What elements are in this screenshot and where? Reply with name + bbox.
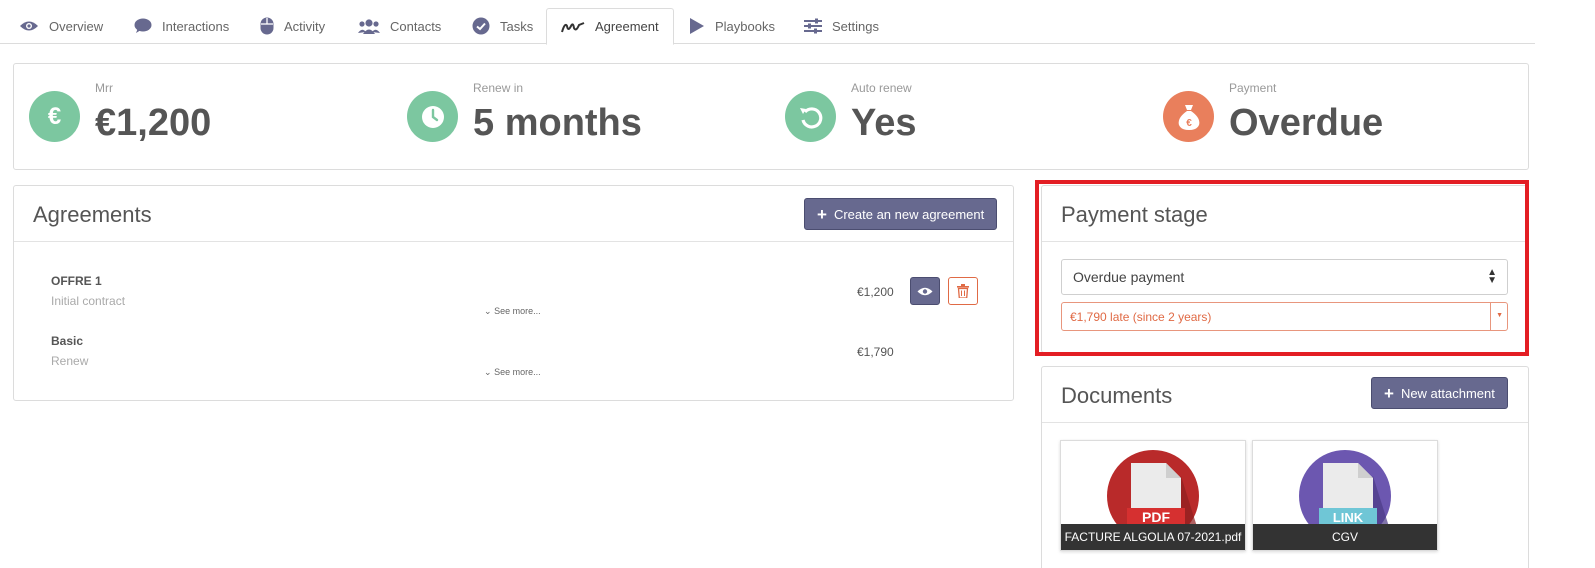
eye-icon <box>20 21 38 31</box>
panel-title: Documents <box>1061 383 1173 408</box>
sliders-icon <box>804 18 822 34</box>
create-agreement-button[interactable]: + Create an new agreement <box>804 198 998 230</box>
tab-label: Tasks <box>500 18 534 34</box>
kpi-value: Yes <box>851 102 917 144</box>
agreement-type: Initial contract <box>51 294 126 308</box>
kpi-value: Overdue <box>1229 102 1384 144</box>
document-name: FACTURE ALGOLIA 07-2021.pdf <box>1061 524 1245 550</box>
tab-overview[interactable]: Overview <box>19 8 103 44</box>
divider <box>14 241 1013 242</box>
kpi-summary: € Mrr €1,200 Renew in 5 months Auto rene… <box>13 63 1529 170</box>
kpi-value: 5 months <box>473 102 642 144</box>
chevron-down-icon: ⌄ <box>484 306 492 316</box>
trash-icon <box>957 284 969 298</box>
clock-icon <box>407 91 458 142</box>
document-name: CGV <box>1253 524 1437 550</box>
plus-icon: + <box>1384 383 1394 403</box>
users-icon <box>358 19 380 34</box>
select-value: Overdue payment <box>1073 269 1185 285</box>
tab-bar: Overview Interactions Activity Contacts … <box>0 0 1535 45</box>
tab-contacts[interactable]: Contacts <box>358 8 441 44</box>
agreement-type: Renew <box>51 354 89 368</box>
tab-label: Agreement <box>595 19 659 34</box>
caret-down-icon: ▼ <box>1496 312 1503 319</box>
money-bag-icon: € <box>1163 91 1214 142</box>
tab-tasks[interactable]: Tasks <box>472 8 533 44</box>
panel-title: Agreements <box>33 202 152 227</box>
tab-label: Contacts <box>390 18 442 34</box>
new-attachment-button[interactable]: + New attachment <box>1371 377 1508 409</box>
tab-label: Overview <box>49 18 104 34</box>
late-payment-field[interactable]: €1,790 late (since 2 years) ▼ <box>1061 302 1508 331</box>
agreement-name: Basic <box>51 334 84 348</box>
see-more-label: See more... <box>494 367 541 377</box>
chevron-down-icon: ⌄ <box>484 367 492 377</box>
payment-stage-select[interactable]: Overdue payment ▲ ▼ <box>1061 259 1508 295</box>
kpi-label: Mrr <box>95 81 113 95</box>
link-badge: LINK <box>1333 510 1364 525</box>
see-more-link[interactable]: ⌄ See more... <box>484 306 541 317</box>
eye-icon <box>917 287 933 295</box>
signature-icon <box>561 21 585 32</box>
tab-label: Interactions <box>162 18 230 34</box>
kpi-label: Auto renew <box>851 81 912 95</box>
mouse-icon <box>260 17 274 35</box>
late-payment-text: €1,790 late (since 2 years) <box>1070 309 1212 324</box>
divider <box>1042 422 1528 423</box>
tab-label: Activity <box>284 18 326 34</box>
chat-bubble-icon <box>134 18 152 33</box>
tab-activity[interactable]: Activity <box>260 8 325 44</box>
kpi-label: Payment <box>1229 81 1277 95</box>
kpi-label: Renew in <box>473 81 524 95</box>
sort-caret-icon: ▲ ▼ <box>1487 267 1497 286</box>
see-more-link[interactable]: ⌄ See more... <box>484 367 541 378</box>
tab-agreement[interactable]: Agreement <box>546 8 674 45</box>
agreement-price: €1,790 <box>857 345 894 359</box>
view-agreement-button[interactable] <box>910 277 940 305</box>
plus-icon: + <box>817 204 827 224</box>
tab-interactions[interactable]: Interactions <box>134 8 229 44</box>
kpi-value: €1,200 <box>95 102 212 144</box>
document-card[interactable]: LINK CGV <box>1252 440 1438 551</box>
agreements-panel: Agreements + Create an new agreement OFF… <box>13 185 1014 401</box>
tab-playbooks[interactable]: Playbooks <box>689 8 775 44</box>
agreement-price: €1,200 <box>857 285 894 299</box>
divider <box>1490 303 1491 330</box>
svg-text:€: € <box>1186 118 1192 129</box>
euro-icon: € <box>29 91 80 142</box>
delete-agreement-button[interactable] <box>948 277 978 305</box>
play-icon <box>690 18 704 34</box>
document-card[interactable]: PDF FACTURE ALGOLIA 07-2021.pdf <box>1060 440 1246 551</box>
agreement-name: OFFRE 1 <box>51 274 102 288</box>
button-label: Create an new agreement <box>833 206 985 222</box>
tab-settings[interactable]: Settings <box>804 8 879 44</box>
pdf-badge: PDF <box>1142 509 1170 525</box>
refresh-icon <box>785 91 836 142</box>
button-label: New attachment <box>1400 385 1495 401</box>
tab-label: Playbooks <box>715 18 775 34</box>
tab-label: Settings <box>832 18 879 34</box>
check-circle-icon <box>472 17 490 35</box>
see-more-label: See more... <box>494 306 541 316</box>
